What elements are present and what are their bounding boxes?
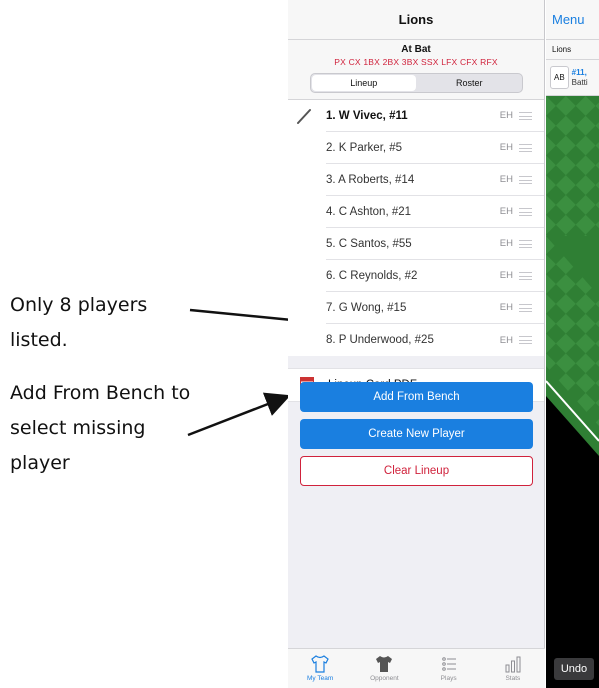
tab-label: Opponent <box>370 675 399 682</box>
segment-roster[interactable]: Roster <box>417 74 522 92</box>
tab-label: My Team <box>307 675 334 682</box>
drag-handle-icon[interactable] <box>519 143 532 152</box>
drag-handle-icon[interactable] <box>519 175 532 184</box>
drag-handle-icon[interactable] <box>519 239 532 248</box>
add-from-bench-button[interactable]: Add From Bench <box>300 382 533 412</box>
player-position: EH <box>499 174 513 185</box>
at-bat-card[interactable]: AB #11, Batti <box>546 60 599 96</box>
lineup-row[interactable]: 6. C Reynolds, #2 EH <box>326 260 544 292</box>
player-name: 3. A Roberts, #14 <box>326 173 415 186</box>
missing-positions: PX CX 1BX 2BX 3BX SSX LFX CFX RFX <box>334 57 498 67</box>
annotation-add-from-bench: Add From Bench to select missing player <box>10 376 240 481</box>
tab-stats[interactable]: Stats <box>481 649 545 688</box>
field-pattern <box>546 96 599 596</box>
player-name: 2. K Parker, #5 <box>326 141 403 154</box>
annotation-line: Add From Bench to <box>10 382 191 404</box>
player-name: 8. P Underwood, #25 <box>326 334 434 346</box>
drag-handle-icon[interactable] <box>519 111 532 120</box>
lineup-row[interactable]: 7. G Wong, #15 EH <box>326 292 544 324</box>
lineup-row[interactable]: 1. W Vivec, #11 EH <box>297 100 544 132</box>
player-name: 1. W Vivec, #11 <box>326 109 408 122</box>
annotation-line: player <box>10 452 70 474</box>
tab-label: Stats <box>505 675 521 682</box>
annotation-line: select missing <box>10 417 146 439</box>
game-panel: Menu Lions AB #11, Batti Undo <box>546 0 599 688</box>
player-position: EH <box>499 334 513 346</box>
segmented-control: Lineup Roster <box>309 73 523 93</box>
drag-handle-icon[interactable] <box>519 336 532 344</box>
player-position: EH <box>499 142 513 153</box>
jersey-filled-icon <box>376 656 393 672</box>
tab-my-team[interactable]: My Team <box>288 649 352 688</box>
lineup-row[interactable]: 8. P Underwood, #25 EH <box>326 324 544 356</box>
tab-plays[interactable]: Plays <box>417 649 481 688</box>
at-bat-player: #11, <box>571 67 587 77</box>
lineup-row[interactable]: 5. C Santos, #55 EH <box>326 228 544 260</box>
lineup-row[interactable]: 4. C Ashton, #21 EH <box>326 196 544 228</box>
player-position: EH <box>499 302 513 313</box>
tab-bar: My Team Opponent Plays Stats <box>288 648 545 688</box>
create-new-player-button[interactable]: Create New Player <box>300 419 533 449</box>
player-position: EH <box>499 238 513 249</box>
clear-lineup-button[interactable]: Clear Lineup <box>300 456 533 486</box>
drag-handle-icon[interactable] <box>519 303 532 312</box>
player-position: EH <box>499 110 513 121</box>
player-name: 6. C Reynolds, #2 <box>326 269 418 282</box>
lineup-row[interactable]: 3. A Roberts, #14 EH <box>326 164 544 196</box>
jersey-outline-icon <box>311 655 329 673</box>
drag-handle-icon[interactable] <box>519 207 532 216</box>
player-position: EH <box>499 206 513 217</box>
at-bat-info: #11, Batti <box>572 68 588 88</box>
bat-icon <box>297 109 311 124</box>
nav-title: Lions <box>288 0 544 40</box>
lineup-row[interactable]: 2. K Parker, #5 EH <box>326 132 544 164</box>
tab-label: Plays <box>440 675 457 682</box>
menu-button[interactable]: Menu <box>546 0 599 40</box>
annotation-line: listed. <box>10 329 68 351</box>
undo-button[interactable]: Undo <box>554 658 594 680</box>
player-position: EH <box>499 270 513 281</box>
lineup-list: 1. W Vivec, #11 EH 2. K Parker, #5 EH 3.… <box>288 100 544 356</box>
at-bat-status: Batti <box>571 77 588 87</box>
tab-opponent[interactable]: Opponent <box>352 649 416 688</box>
player-name: 5. C Santos, #55 <box>326 237 412 250</box>
ab-badge: AB <box>550 66 569 89</box>
annotation-only-8-players: Only 8 players listed. <box>10 288 210 358</box>
team-panel: Lions At Bat PX CX 1BX 2BX 3BX SSX LFX C… <box>288 0 545 688</box>
team-label: Lions <box>546 40 599 60</box>
drag-handle-icon[interactable] <box>519 271 532 280</box>
player-name: 7. G Wong, #15 <box>326 301 407 314</box>
segment-lineup[interactable]: Lineup <box>311 75 416 91</box>
baseball-field[interactable] <box>546 96 599 596</box>
at-bat-title: At Bat <box>401 44 431 55</box>
at-bat-section: At Bat PX CX 1BX 2BX 3BX SSX LFX CFX RFX… <box>288 40 544 100</box>
player-name: 4. C Ashton, #21 <box>326 205 412 218</box>
list-icon <box>441 657 456 671</box>
bar-chart-icon <box>505 656 521 673</box>
annotation-line: Only 8 players <box>10 294 148 316</box>
